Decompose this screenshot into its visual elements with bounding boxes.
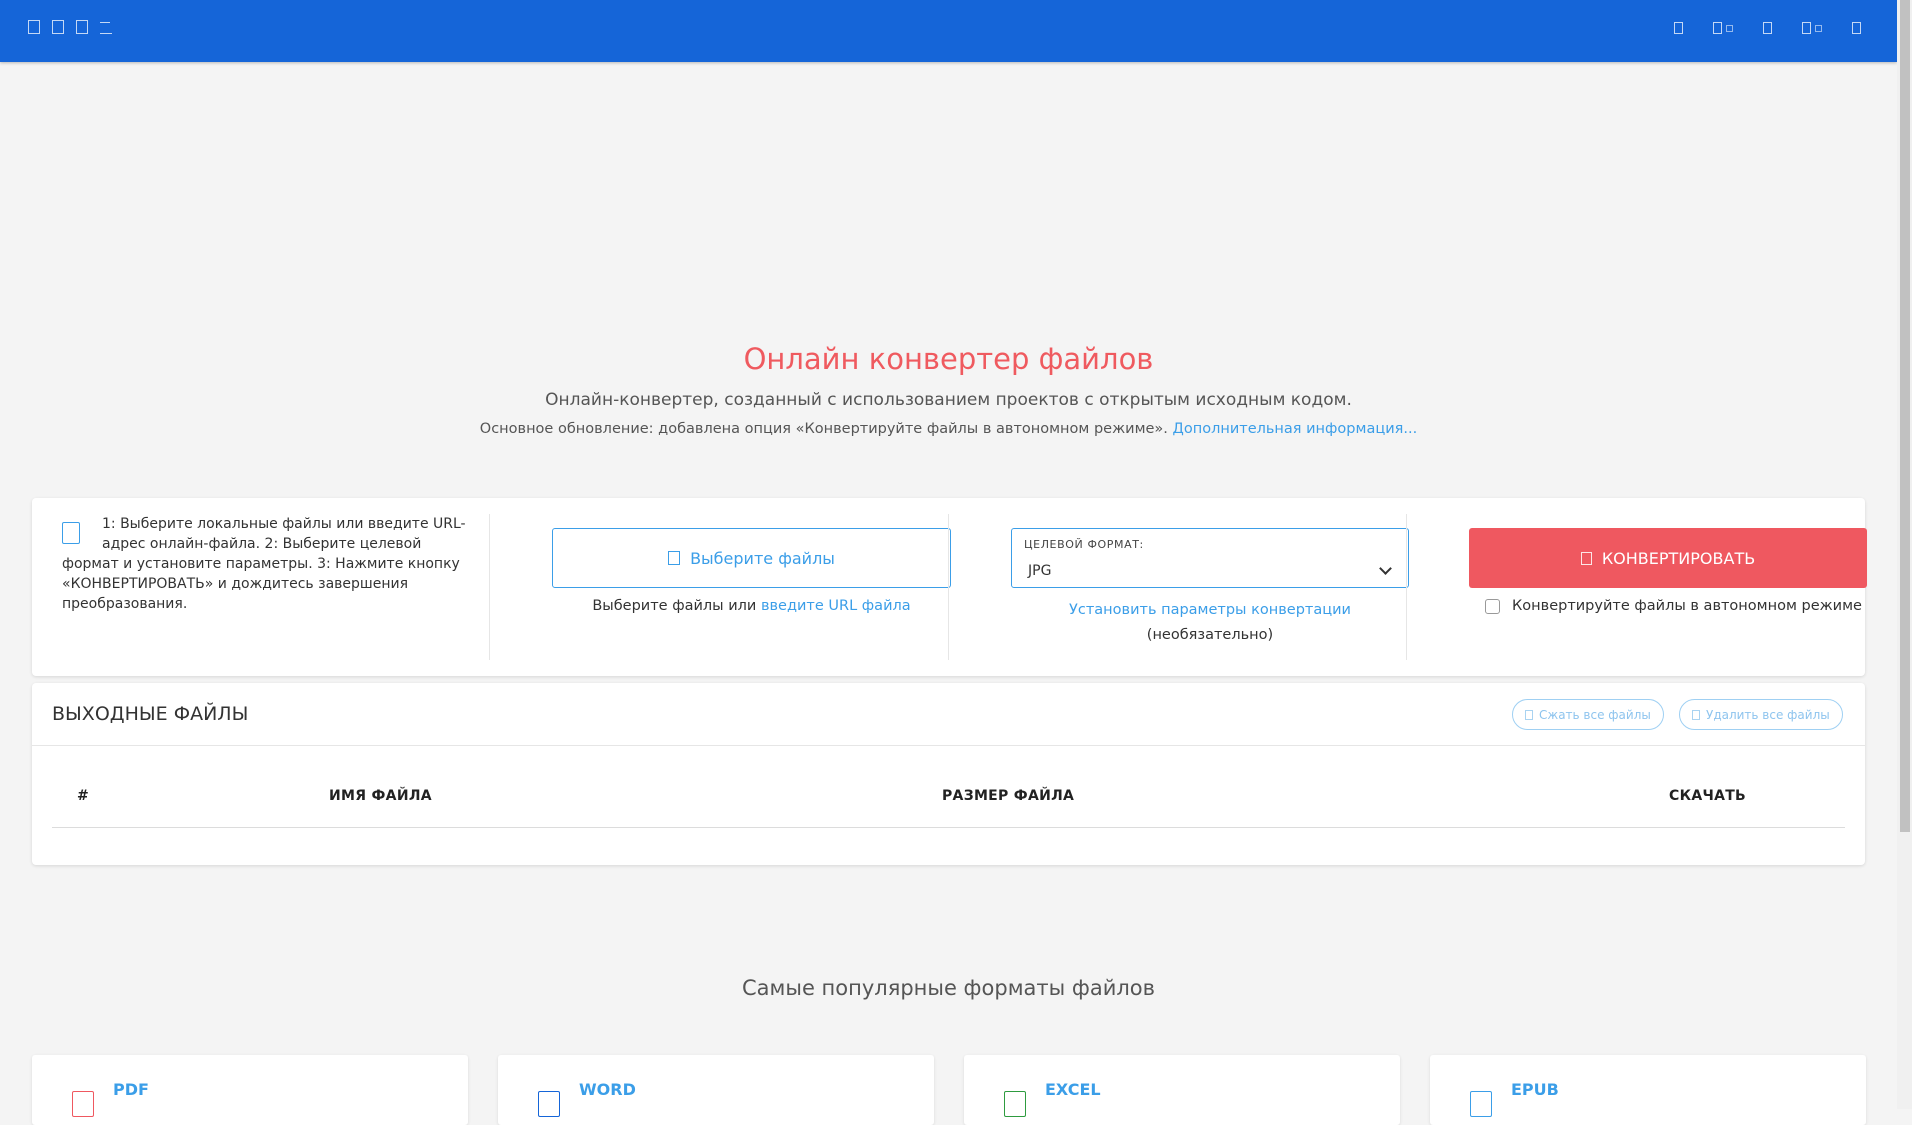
user-icon <box>1802 22 1811 34</box>
file-icon <box>62 522 80 544</box>
choose-files-label: Выберите файлы <box>690 548 835 568</box>
word-file-icon <box>538 1091 560 1117</box>
format-name: WORD <box>579 1080 636 1099</box>
delete-all-label: Удалить все файлы <box>1706 707 1830 722</box>
conversion-params: Установить параметры конвертации (необяз… <box>1011 598 1409 648</box>
scrollbar-thumb[interactable] <box>1900 0 1910 832</box>
bookmark-icon[interactable] <box>1763 22 1772 34</box>
chevron-down-icon <box>1379 562 1392 575</box>
upload-icon <box>668 551 681 565</box>
language-menu[interactable] <box>1713 22 1733 34</box>
navbar-left-icons <box>28 20 112 34</box>
caret-icon <box>1815 25 1822 32</box>
trash-icon <box>1692 709 1700 720</box>
params-optional: (необязательно) <box>1146 627 1274 643</box>
instructions-text: 1: Выберите локальные файлы или введите … <box>62 516 466 612</box>
target-format-value: JPG <box>1028 563 1052 579</box>
choose-files-button[interactable]: Выберите файлы <box>552 528 951 588</box>
format-card-epub[interactable]: EPUB <box>1430 1055 1866 1125</box>
update-note-text: Основное обновление: добавлена опция «Ко… <box>479 421 1168 437</box>
offline-option: Конвертируйте файлы в автономном режиме <box>1485 598 1862 614</box>
compress-all-label: Сжать все файлы <box>1539 707 1651 722</box>
user-menu[interactable] <box>1802 22 1822 34</box>
column-header-index: # <box>77 788 90 804</box>
navbar-right-icons <box>1674 22 1861 34</box>
top-navbar <box>0 0 1897 62</box>
info-icon[interactable] <box>1674 22 1683 34</box>
more-info-link[interactable]: Дополнительная информация... <box>1173 421 1418 437</box>
offline-label: Конвертируйте файлы в автономном режиме <box>1512 598 1862 614</box>
language-icon <box>1713 22 1722 34</box>
divider <box>1406 514 1407 660</box>
menu-icon[interactable] <box>100 20 112 34</box>
enter-url-link[interactable]: введите URL файла <box>761 598 911 614</box>
settings-icon[interactable] <box>1852 22 1861 34</box>
target-format-select[interactable]: ЦЕЛЕВОЙ ФОРМАТ: JPG <box>1011 528 1409 588</box>
column-header-filesize: РАЗМЕР ФАЙЛА <box>942 788 1075 804</box>
set-params-link[interactable]: Установить параметры конвертации <box>1069 602 1351 618</box>
format-card-pdf[interactable]: PDF <box>32 1055 468 1125</box>
divider <box>489 514 490 660</box>
convert-icon <box>1580 551 1592 565</box>
epub-file-icon <box>1470 1091 1492 1117</box>
table-divider <box>52 827 1845 828</box>
caret-icon <box>1726 25 1733 32</box>
output-title: ВЫХОДНЫЕ ФАЙЛЫ <box>52 703 249 725</box>
tools-icon[interactable] <box>76 20 88 34</box>
convert-label: КОНВЕРТИРОВАТЬ <box>1601 548 1756 568</box>
apps-icon[interactable] <box>52 20 64 34</box>
format-name: EXCEL <box>1045 1080 1101 1099</box>
choose-files-caption: Выберите файлы или введите URL файла <box>552 598 951 614</box>
offline-checkbox[interactable] <box>1485 598 1500 614</box>
format-card-word[interactable]: WORD <box>498 1055 934 1125</box>
update-note: Основное обновление: добавлена опция «Ко… <box>0 421 1897 437</box>
format-name: EPUB <box>1511 1080 1559 1099</box>
delete-all-button[interactable]: Удалить все файлы <box>1679 699 1843 730</box>
page-title: Онлайн конвертер файлов <box>743 342 1154 376</box>
convert-button[interactable]: КОНВЕРТИРОВАТЬ <box>1469 528 1867 588</box>
page-subtitle: Онлайн-конвертер, созданный с использова… <box>545 390 1352 410</box>
excel-file-icon <box>1004 1091 1026 1117</box>
compress-all-button[interactable]: Сжать все файлы <box>1512 699 1664 730</box>
format-card-excel[interactable]: EXCEL <box>964 1055 1400 1125</box>
page-scrollbar[interactable] <box>1897 0 1912 1109</box>
output-files-panel: ВЫХОДНЫЕ ФАЙЛЫ Сжать все файлы Удалить в… <box>32 683 1865 865</box>
column-header-download: СКАЧАТЬ <box>1669 788 1747 804</box>
choose-caption-text: Выберите файлы или <box>592 598 757 614</box>
home-icon[interactable] <box>28 20 40 34</box>
column-header-filename: ИМЯ ФАЙЛА <box>329 788 432 804</box>
format-name: PDF <box>113 1080 149 1099</box>
divider <box>948 514 949 660</box>
instructions: 1: Выберите локальные файлы или введите … <box>62 514 482 660</box>
converter-panel: 1: Выберите локальные файлы или введите … <box>32 498 1867 676</box>
divider <box>32 745 1865 746</box>
pdf-file-icon <box>72 1091 94 1117</box>
popular-formats-title: Самые популярные форматы файлов <box>741 976 1156 1000</box>
target-format-label: ЦЕЛЕВОЙ ФОРМАТ: <box>1024 538 1144 551</box>
archive-icon <box>1525 709 1533 720</box>
